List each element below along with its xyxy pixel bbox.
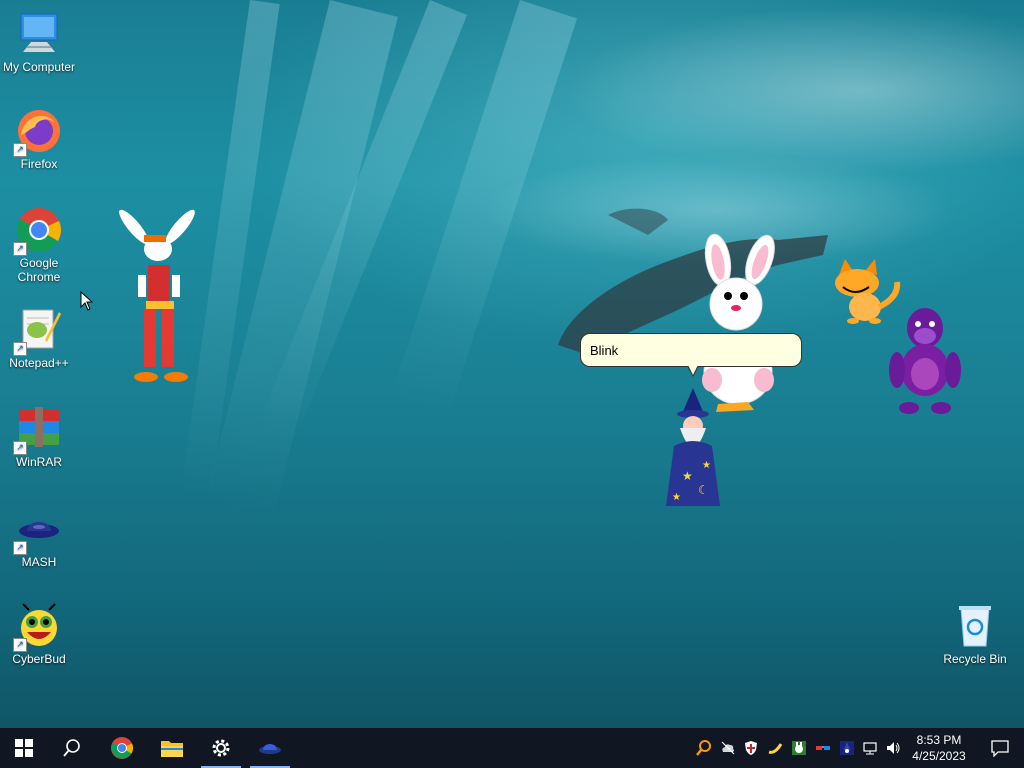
- clock-date: 4/25/2023: [912, 749, 966, 763]
- desktop-icon-cyberbud[interactable]: ↗ CyberBud: [1, 602, 77, 666]
- rabbit-agent-left[interactable]: [112, 205, 202, 390]
- search-button[interactable]: [48, 728, 96, 768]
- shortcut-arrow-icon: ↗: [13, 242, 27, 256]
- start-button[interactable]: [0, 728, 48, 768]
- wizard-agent[interactable]: ★ ☾ ★ ★: [652, 388, 734, 512]
- folder-icon: [161, 741, 183, 757]
- svg-text:★: ★: [672, 492, 681, 503]
- action-center-button[interactable]: [976, 728, 1024, 768]
- notifications-icon: [991, 740, 1009, 757]
- taskbar-file-explorer-button[interactable]: [148, 728, 196, 768]
- balloon-tail: [687, 365, 699, 377]
- mouse-cursor-icon: [80, 291, 94, 311]
- taskbar-settings-button[interactable]: [197, 728, 245, 768]
- gear-icon: [212, 739, 230, 757]
- rabbit-tray-icon[interactable]: [791, 740, 807, 756]
- shortcut-arrow-icon: ↗: [13, 441, 27, 455]
- desktop-icon-label: Google Chrome: [17, 256, 61, 284]
- desktop-icon-mash[interactable]: ↗ MASH: [1, 505, 77, 569]
- svg-text:★: ★: [702, 460, 711, 471]
- desktop-icon-label: WinRAR: [15, 455, 62, 469]
- shortcut-arrow-icon: ↗: [13, 143, 27, 157]
- taskbar-clock[interactable]: 8:53 PM 4/25/2023: [902, 732, 976, 764]
- shortcut-arrow-icon: ↗: [13, 541, 27, 555]
- balloon-text: Blink: [590, 343, 619, 358]
- svg-text:☾: ☾: [698, 483, 709, 497]
- mash-icon: [259, 744, 281, 754]
- svg-text:★: ★: [682, 469, 693, 483]
- desktop-icon-label: Recycle Bin: [943, 652, 1007, 666]
- taskbar-mash-button[interactable]: [246, 728, 294, 768]
- desktop-icon-recycle-bin[interactable]: Recycle Bin: [937, 602, 1013, 666]
- recycle-bin-icon: [959, 606, 991, 647]
- agent-tray-icon[interactable]: [839, 740, 855, 756]
- desktop-icon-notepadpp[interactable]: ↗ Notepad++: [1, 306, 77, 370]
- taskbar: 8:53 PM 4/25/2023: [0, 728, 1024, 768]
- search-icon: [63, 739, 80, 757]
- desktop-icon-my-computer[interactable]: My Computer: [1, 10, 77, 74]
- desktop-icon-label: Firefox: [20, 157, 58, 171]
- volume-tray-icon[interactable]: [885, 740, 901, 756]
- shortcut-arrow-icon: ↗: [13, 638, 27, 652]
- cloud-tray-icon[interactable]: [720, 740, 736, 756]
- desktop-icon-label: Notepad++: [9, 356, 69, 370]
- desktop-icon-firefox[interactable]: ↗ Firefox: [1, 107, 77, 171]
- computer-icon: [20, 13, 58, 52]
- desktop-icon-label: MASH: [21, 555, 57, 569]
- bananas-tray-icon[interactable]: [767, 740, 783, 756]
- desktop-icon-google-chrome[interactable]: ↗ Google Chrome: [1, 206, 77, 284]
- desktop-icon-label: My Computer: [2, 60, 76, 74]
- desktop-icon-label: CyberBud: [12, 652, 66, 666]
- chrome-icon: [111, 737, 133, 759]
- agent-speech-balloon: Blink: [580, 333, 802, 377]
- purple-gorilla-agent[interactable]: [883, 304, 968, 416]
- desktop-icon-winrar[interactable]: ↗ WinRAR: [1, 405, 77, 469]
- windows-start-icon: [15, 739, 33, 757]
- network-tray-icon[interactable]: [863, 740, 879, 756]
- taskbar-chrome-button[interactable]: [98, 728, 146, 768]
- shortcut-arrow-icon: ↗: [13, 342, 27, 356]
- glasses-tray-icon[interactable]: [815, 740, 831, 756]
- clock-time: 8:53 PM: [916, 733, 962, 747]
- desktop-background[interactable]: My Computer ↗ Firefox ↗ Google Chrome ↗ …: [0, 0, 1024, 728]
- shield-tray-icon[interactable]: [743, 740, 759, 756]
- magnifier-tray-icon[interactable]: [696, 740, 712, 756]
